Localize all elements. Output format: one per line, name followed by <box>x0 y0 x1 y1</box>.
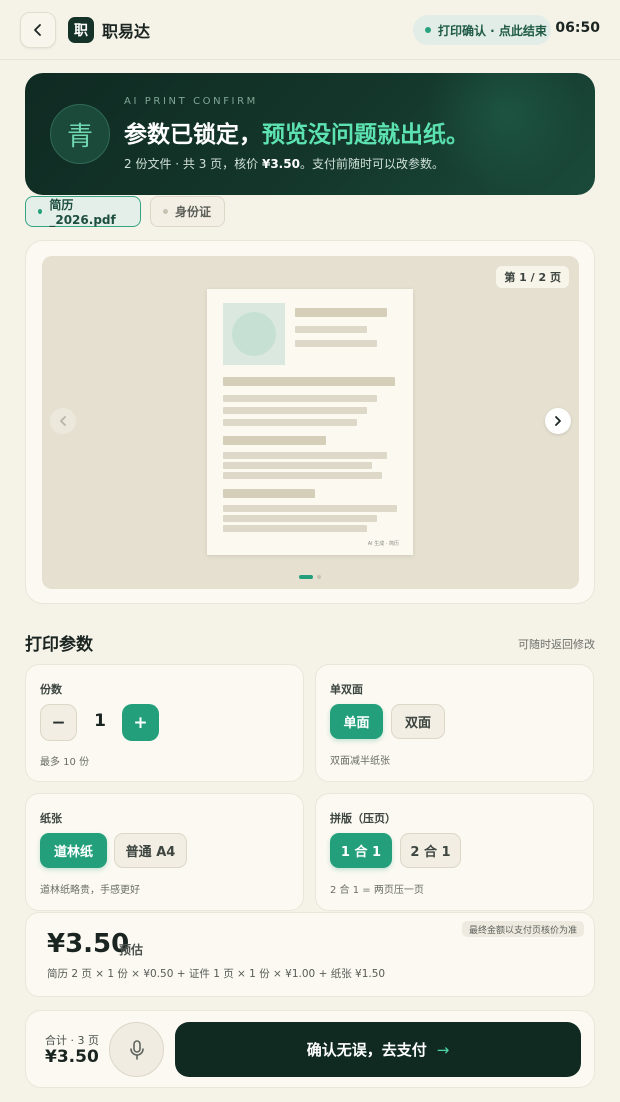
status-dot-icon <box>425 27 431 33</box>
page-dot-active[interactable] <box>299 575 313 579</box>
text-line <box>223 419 357 426</box>
active-dot-icon <box>38 209 43 214</box>
one-up-option[interactable]: 1 合 1 <box>330 833 392 868</box>
text-line <box>223 462 372 469</box>
microphone-icon <box>129 1039 144 1060</box>
pay-button-label: 确认无误，去支付 <box>306 1041 427 1059</box>
text-line <box>223 489 315 498</box>
price-breakdown: 简历 2 页 × 1 份 × ¥0.50 + 证件 1 页 × 1 份 × ¥1… <box>47 968 386 980</box>
status-pill-label: 打印确认 · 点此结束 <box>438 23 547 38</box>
paper-card: 纸张 道林纸 普通 A4 道林纸略贵，手感更好 <box>25 793 304 911</box>
paper-label: 纸张 <box>40 812 62 825</box>
print-confirm-status-pill[interactable]: 打印确认 · 点此结束 <box>413 15 551 45</box>
prev-page-button[interactable] <box>50 408 76 434</box>
text-line <box>223 436 326 445</box>
double-sided-option[interactable]: 双面 <box>391 704 445 739</box>
hero-subtitle-price: ¥3.50 <box>261 157 300 171</box>
text-line <box>223 407 367 414</box>
plain-a4-option[interactable]: 普通 A4 <box>114 833 187 868</box>
hero-title: 参数已锁定，预览没问题就出纸。 <box>124 115 469 149</box>
duplex-card: 单双面 单面 双面 双面减半纸张 <box>315 664 594 782</box>
total-value: ¥3.50 <box>45 1047 99 1067</box>
hero-subtitle-pre: 2 份文件 · 共 3 页，核价 <box>124 157 262 171</box>
preview-stage: 第 1 / 2 页 AI 生成 · 简历 <box>42 256 579 589</box>
page-dot[interactable] <box>317 575 321 579</box>
duplex-note: 双面减半纸张 <box>330 756 390 767</box>
hero-subtitle-post: 。支付前随时可以改参数。 <box>299 157 444 171</box>
document-page-thumbnail: AI 生成 · 简历 <box>207 289 413 555</box>
hero-banner: 青 AI PRINT CONFIRM 参数已锁定，预览没问题就出纸。 2 份文件… <box>25 73 595 195</box>
text-line <box>295 308 387 317</box>
price-card: ¥3.50 预估 简历 2 页 × 1 份 × ¥0.50 + 证件 1 页 ×… <box>25 912 595 997</box>
text-line <box>223 395 377 402</box>
text-line <box>295 326 367 333</box>
text-line <box>223 525 367 532</box>
next-page-button[interactable] <box>545 408 571 434</box>
total-label: 合计 · 3 页 <box>45 1034 99 1047</box>
hero-subtitle: 2 份文件 · 共 3 页，核价 ¥3.50。支付前随时可以改参数。 <box>124 155 444 172</box>
chevron-left-icon <box>34 23 41 36</box>
file-tab-label: 简历_2026.pdf <box>49 198 116 227</box>
back-button[interactable] <box>20 11 56 48</box>
paper-note: 道林纸略贵，手感更好 <box>40 885 140 896</box>
text-line <box>223 515 377 522</box>
file-tab-resume[interactable]: 简历_2026.pdf <box>25 196 141 227</box>
hero-title-accent: 预览没问题就出纸。 <box>262 122 469 148</box>
copies-note: 最多 10 份 <box>40 757 90 768</box>
voice-input-button[interactable] <box>109 1022 164 1077</box>
clock-time: 06:50 <box>555 20 600 36</box>
chevron-left-icon <box>60 416 66 426</box>
section-hint: 可随时返回修改 <box>518 638 595 651</box>
document-footer: AI 生成 · 简历 <box>367 541 399 547</box>
hero-eyebrow: AI PRINT CONFIRM <box>124 96 258 107</box>
single-sided-option[interactable]: 单面 <box>330 704 383 739</box>
layout-label: 拼版（压页） <box>330 812 396 825</box>
inactive-dot-icon <box>163 209 168 214</box>
increase-copies-button[interactable]: + <box>122 704 159 741</box>
text-line <box>223 452 387 459</box>
arrow-right-icon: → <box>436 1040 450 1059</box>
copies-card: 份数 − 1 + 最多 10 份 <box>25 664 304 782</box>
checkout-bar: 合计 · 3 页 ¥3.50 确认无误，去支付 → <box>25 1010 595 1088</box>
copies-value: 1 <box>94 711 106 731</box>
section-title: 打印参数 <box>25 635 93 655</box>
text-line <box>295 340 377 347</box>
chevron-right-icon <box>555 416 561 426</box>
photo-placeholder <box>223 303 285 365</box>
file-tab-id-card[interactable]: 身份证 <box>150 196 225 227</box>
price-amount: ¥3.50 <box>47 929 130 959</box>
hero-title-main: 参数已锁定， <box>124 122 262 148</box>
text-line <box>223 377 395 386</box>
price-estimate-label: 预估 <box>119 943 144 957</box>
layout-note: 2 合 1 = 两页压一页 <box>330 885 424 896</box>
brand-logo: 职 <box>68 16 94 43</box>
confirm-pay-button[interactable]: 确认无误，去支付 → <box>175 1022 581 1077</box>
assistant-avatar: 青 <box>50 104 110 164</box>
text-line <box>223 472 382 479</box>
preview-card: 第 1 / 2 页 AI 生成 · 简历 <box>25 240 595 604</box>
two-up-option[interactable]: 2 合 1 <box>400 833 461 868</box>
duplex-label: 单双面 <box>330 683 363 696</box>
file-tab-label: 身份证 <box>175 205 212 219</box>
copies-label: 份数 <box>40 683 62 696</box>
decrease-copies-button[interactable]: − <box>40 704 77 741</box>
brand-name: 职易达 <box>102 21 151 41</box>
layout-card: 拼版（压页） 1 合 1 2 合 1 2 合 1 = 两页压一页 <box>315 793 594 911</box>
text-line <box>223 505 397 512</box>
page-indicator: 第 1 / 2 页 <box>496 266 569 288</box>
price-disclaimer: 最终金额以支付页核价为准 <box>461 921 584 937</box>
daolin-paper-option[interactable]: 道林纸 <box>40 833 107 868</box>
page-dots <box>299 575 321 579</box>
